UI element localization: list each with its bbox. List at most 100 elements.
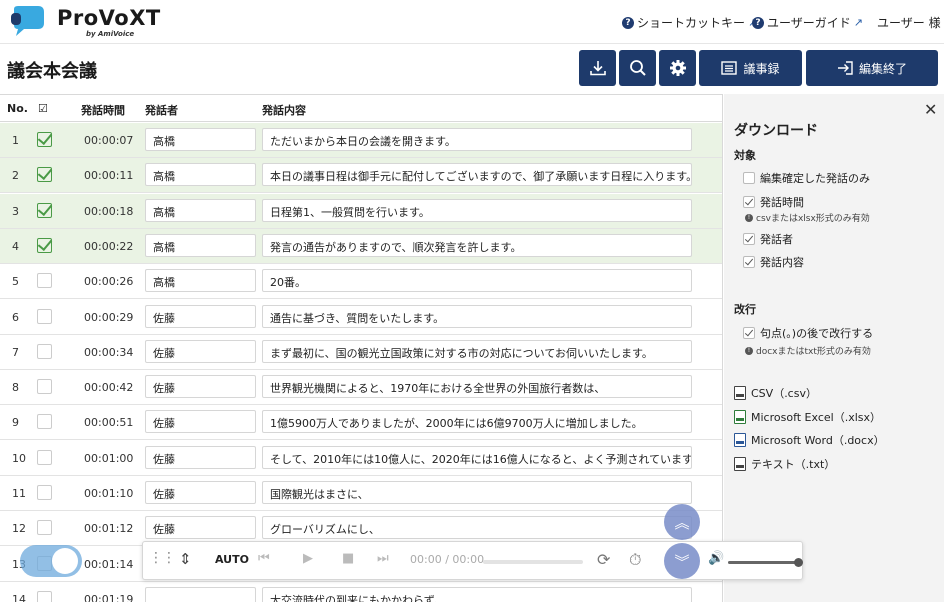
row-checkbox[interactable] — [37, 237, 52, 253]
content-field[interactable]: グローバリズムにし、 — [262, 516, 692, 540]
option-speaker[interactable]: 発話者 — [743, 231, 793, 247]
download-xlsx[interactable]: Microsoft Excel（.xlsx） — [734, 409, 881, 425]
row-checkbox[interactable] — [37, 590, 52, 602]
table-row[interactable]: 3 00:00:18 高橋 日程第1、一般質問を行います。 — [0, 193, 722, 229]
speaker-field[interactable]: 佐藤 — [145, 410, 256, 434]
download-csv[interactable]: CSV（.csv） — [734, 385, 817, 401]
table-row[interactable]: 9 00:00:51 佐藤 1億5900万人でありましたが、2000年には6億9700… — [0, 405, 722, 441]
download-docx[interactable]: Microsoft Word（.docx） — [734, 432, 885, 448]
table-row[interactable]: 8 00:00:42 佐藤 世界観光機関によると、1970年における全世界の外国旅行者… — [0, 370, 722, 406]
shortcut-key-link[interactable]: ? ショートカットキー ↗ — [622, 14, 757, 31]
row-checkbox[interactable] — [37, 343, 52, 359]
speaker-field[interactable]: 佐藤 — [145, 375, 256, 399]
volume-knob[interactable] — [794, 558, 803, 567]
speaker-field[interactable]: 高橋 — [145, 163, 256, 187]
finish-editing-button[interactable]: 編集終了 — [806, 50, 938, 86]
content-field[interactable]: 世界観光機関によると、1970年における全世界の外国旅行者数は、 — [262, 375, 692, 399]
speaker-field[interactable]: 佐藤 — [145, 445, 256, 469]
checkbox[interactable] — [743, 196, 755, 208]
scroll-down-button[interactable]: ︾ — [664, 543, 700, 579]
table-row[interactable]: 11 00:01:10 佐藤 国際観光はまさに、 — [0, 476, 722, 511]
row-checkbox[interactable] — [37, 273, 52, 289]
volume-icon[interactable]: 🔊 — [708, 551, 724, 566]
row-checkbox[interactable] — [37, 414, 52, 430]
auto-mode-button[interactable]: AUTO — [215, 553, 249, 566]
download-button[interactable] — [579, 50, 616, 86]
speaker-field[interactable]: 佐藤 — [145, 481, 256, 504]
seek-bar[interactable] — [483, 560, 583, 564]
row-checkbox[interactable] — [37, 449, 52, 465]
option-content[interactable]: 発話内容 — [743, 254, 804, 270]
scroll-up-button[interactable]: ︽ — [664, 504, 700, 540]
row-checkbox[interactable] — [37, 485, 52, 500]
table-row[interactable]: 4 00:00:22 高橋 発言の通告がありますので、順次発言を許します。 — [0, 228, 722, 264]
row-checkbox[interactable] — [37, 308, 52, 324]
content-field[interactable]: 日程第1、一般質問を行います。 — [262, 198, 692, 222]
search-button[interactable] — [619, 50, 656, 86]
loop-icon[interactable]: ⟳ — [597, 550, 610, 569]
speaker-field[interactable]: 高橋 — [145, 269, 256, 293]
content-field[interactable]: 本日の議事日程は御手元に配付してございますので、御了承願います日程に入ります。 — [262, 163, 692, 187]
close-icon[interactable]: ✕ — [924, 100, 937, 119]
table-row[interactable]: 14 00:01:19 大交流時代の到来にもかかわらず、 — [0, 582, 722, 602]
checkbox[interactable] — [743, 172, 755, 184]
content-field[interactable]: 発言の通告がありますので、順次発言を許します。 — [262, 233, 692, 257]
drag-handle-icon[interactable]: ⋮⋮ — [149, 550, 176, 566]
row-time[interactable]: 00:00:26 — [84, 275, 133, 288]
header-check-all[interactable]: ☑ — [38, 102, 48, 115]
row-time[interactable]: 00:01:12 — [84, 522, 133, 535]
row-time[interactable]: 00:00:07 — [84, 134, 133, 147]
row-time[interactable]: 00:00:29 — [84, 311, 133, 324]
speaker-field[interactable]: 高橋 — [145, 128, 256, 151]
speaker-field[interactable]: 佐藤 — [145, 516, 256, 540]
speaker-field[interactable]: 佐藤 — [145, 339, 256, 363]
content-field[interactable]: まず最初に、国の観光立国政策に対する市の対応についてお伺いいたします。 — [262, 339, 692, 363]
speaker-field[interactable]: 高橋 — [145, 233, 256, 257]
row-time[interactable]: 00:01:14 — [84, 558, 133, 571]
option-confirmed-only[interactable]: 編集確定した発話のみ — [743, 170, 870, 186]
minutes-button[interactable]: 議事録 — [699, 50, 802, 86]
row-time[interactable]: 00:00:34 — [84, 346, 133, 359]
speaker-field[interactable]: 高橋 — [145, 198, 256, 222]
option-utterance-time[interactable]: 発話時間 — [743, 194, 804, 210]
play-icon[interactable]: ▶ — [303, 551, 313, 566]
row-checkbox[interactable] — [37, 379, 52, 395]
row-time[interactable]: 00:01:00 — [84, 452, 133, 465]
checkbox[interactable] — [743, 327, 755, 339]
table-row[interactable]: 10 00:01:00 佐藤 そして、2010年には10億人に、2020年には16億人… — [0, 441, 722, 476]
table-row[interactable]: 5 00:00:26 高橋 20番。 — [0, 264, 722, 300]
user-guide-link[interactable]: ? ユーザーガイド ↗ — [752, 14, 863, 31]
content-field[interactable]: 20番。 — [262, 269, 692, 293]
checkbox[interactable] — [743, 256, 755, 268]
row-time[interactable]: 00:01:10 — [84, 487, 133, 500]
table-row[interactable]: 7 00:00:34 佐藤 まず最初に、国の観光立国政策に対する市の対応についてお伺い… — [0, 335, 722, 370]
row-time[interactable]: 00:00:22 — [84, 240, 133, 253]
player-toggle[interactable] — [20, 545, 82, 577]
timer-icon[interactable]: ⏱ — [629, 550, 641, 570]
table-row[interactable]: 6 00:00:29 佐藤 通告に基づき、質問をいたします。 — [0, 300, 722, 335]
stop-icon[interactable]: ■ — [342, 551, 354, 566]
content-field[interactable]: 1億5900万人でありましたが、2000年には6億9700万人に増加しました。 — [262, 410, 692, 434]
table-row[interactable]: 2 00:00:11 高橋 本日の議事日程は御手元に配付してございますので、御了承願い… — [0, 158, 722, 194]
row-time[interactable]: 00:00:11 — [84, 169, 133, 182]
content-field[interactable]: 通告に基づき、質問をいたします。 — [262, 304, 692, 328]
row-checkbox[interactable] — [37, 167, 52, 183]
row-checkbox[interactable] — [37, 202, 52, 218]
speaker-field[interactable] — [145, 586, 256, 602]
row-checkbox[interactable] — [37, 520, 52, 536]
skip-back-icon[interactable]: ⏮ — [258, 551, 270, 566]
row-checkbox[interactable] — [37, 132, 52, 147]
speaker-field[interactable]: 佐藤 — [145, 304, 256, 328]
checkbox[interactable] — [743, 233, 755, 245]
option-break-after-period[interactable]: 句点(。)の後で改行する — [743, 325, 873, 341]
row-time[interactable]: 00:01:19 — [84, 593, 133, 602]
content-field[interactable]: 大交流時代の到来にもかかわらず、 — [262, 586, 692, 602]
row-time[interactable]: 00:00:42 — [84, 381, 133, 394]
content-field[interactable]: そして、2010年には10億人に、2020年には16億人になると、よく予測されて… — [262, 445, 692, 469]
content-field[interactable]: 国際観光はまさに、 — [262, 481, 692, 504]
skip-forward-icon[interactable]: ⏭ — [377, 551, 389, 566]
resize-icon[interactable]: ⇕ — [179, 550, 192, 568]
download-txt[interactable]: テキスト（.txt） — [734, 456, 835, 472]
settings-button[interactable] — [659, 50, 696, 86]
table-row[interactable]: 1 00:00:07 高橋 ただいまから本日の会議を開きます。 — [0, 123, 722, 158]
